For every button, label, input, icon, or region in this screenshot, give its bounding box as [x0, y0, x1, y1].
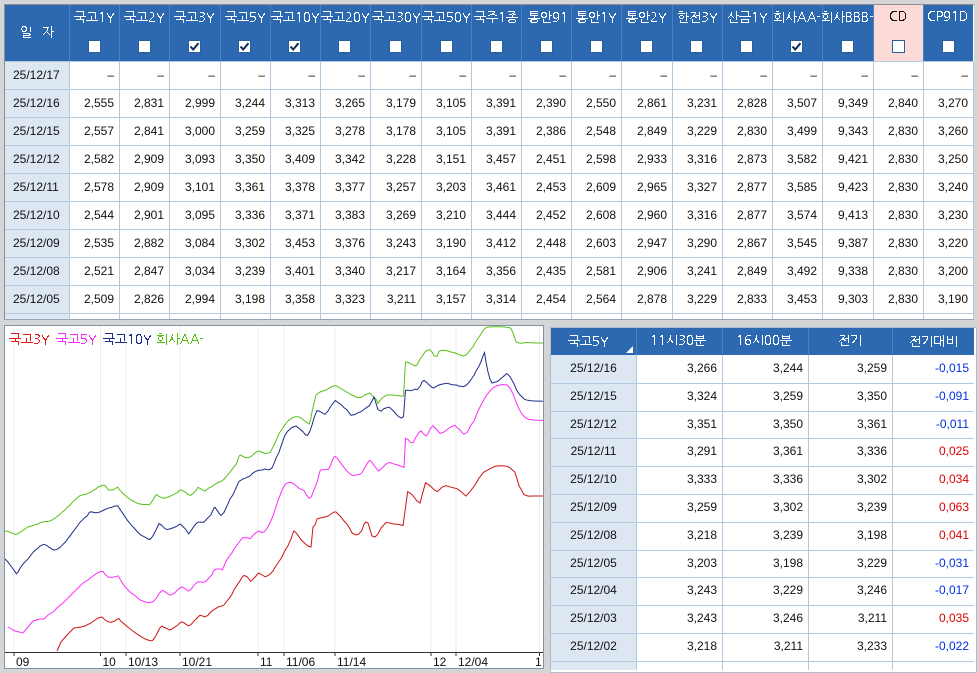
svg-text:12: 12	[433, 655, 447, 668]
svg-text:10: 10	[103, 655, 117, 668]
svg-text:11/06: 11/06	[286, 655, 315, 668]
svg-text:09: 09	[16, 655, 30, 668]
svg-text:10/13: 10/13	[128, 655, 158, 668]
svg-text:12/04: 12/04	[458, 655, 488, 668]
svg-text:10/21: 10/21	[182, 655, 212, 668]
svg-text:1: 1	[535, 655, 542, 668]
svg-text:11/14: 11/14	[337, 655, 366, 668]
svg-text:11: 11	[260, 655, 273, 668]
